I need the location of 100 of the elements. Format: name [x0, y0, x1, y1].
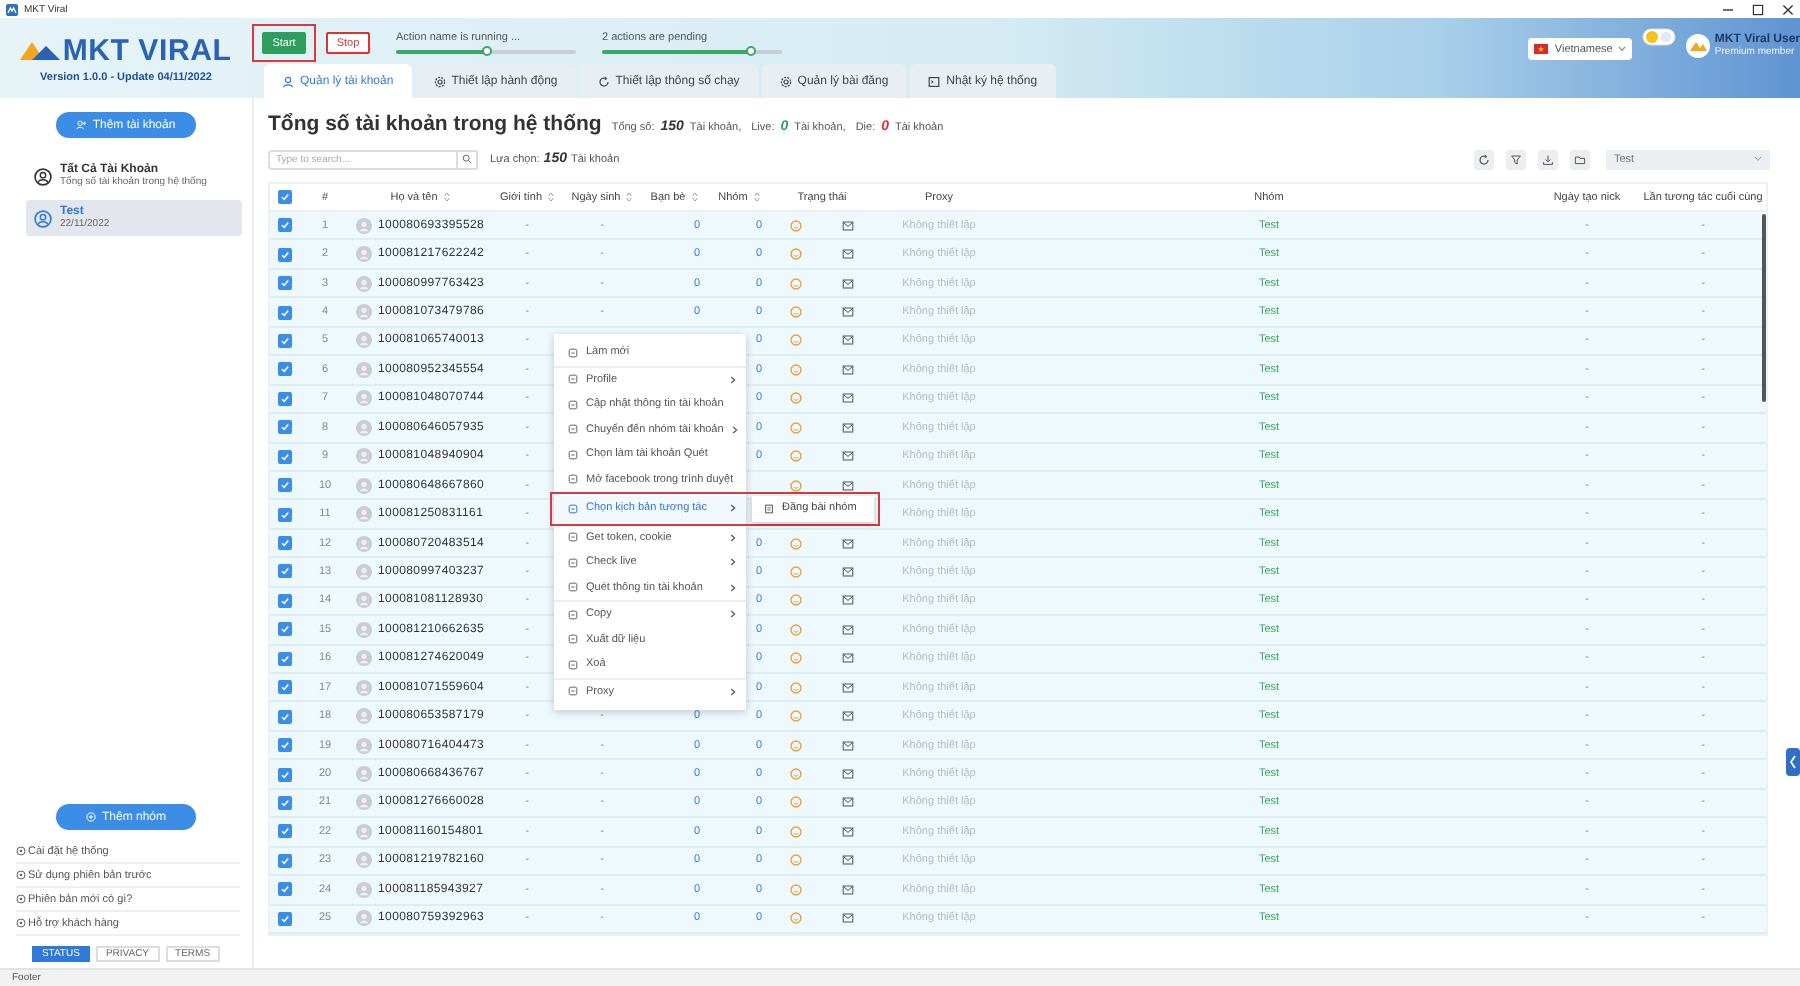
checkbox[interactable] [278, 767, 292, 782]
check-icon [280, 682, 290, 693]
status-face-icon [790, 219, 802, 232]
check-icon [280, 249, 290, 260]
caret-icon [1618, 46, 1627, 52]
mail-icon [842, 623, 854, 636]
status-face-icon [790, 883, 802, 896]
mail-icon [842, 421, 854, 434]
check-icon [280, 509, 290, 520]
checkbox[interactable] [278, 333, 292, 348]
avatar-icon [356, 737, 372, 754]
checkbox[interactable] [278, 420, 292, 435]
check-icon [280, 769, 290, 780]
checkbox[interactable] [278, 882, 292, 897]
status-face-icon [790, 450, 802, 463]
status-face-icon [790, 537, 802, 550]
check-icon [280, 451, 290, 462]
avatar-icon [356, 506, 372, 523]
checkbox[interactable] [278, 564, 292, 579]
sort-icon[interactable] [626, 192, 633, 202]
chevron-right-icon [730, 583, 736, 592]
chevron-right-icon [730, 504, 736, 513]
mail-icon [842, 825, 854, 838]
status-face-icon [790, 565, 802, 578]
checkbox[interactable] [278, 593, 292, 608]
check-icon [280, 653, 290, 664]
user-add-icon [76, 120, 87, 130]
download-icon[interactable] [1542, 153, 1554, 165]
check-icon [280, 595, 290, 606]
user-circle-icon [34, 209, 52, 227]
checkbox[interactable] [278, 305, 292, 320]
check-icon [280, 711, 290, 722]
checkbox[interactable] [278, 824, 292, 839]
minimize-icon[interactable] [1722, 3, 1734, 15]
check-icon [280, 192, 290, 202]
checkbox[interactable] [278, 276, 292, 291]
check-icon [280, 826, 290, 837]
maximize-icon[interactable] [1752, 3, 1764, 15]
avatar-icon [356, 535, 372, 552]
sort-icon[interactable] [753, 192, 760, 202]
checkbox[interactable] [278, 680, 292, 695]
status-face-icon [790, 277, 802, 290]
avatar-icon [356, 881, 372, 898]
sort-icon[interactable] [691, 192, 698, 202]
page-title: Tổng số tài khoản trong hệ thống [268, 112, 602, 136]
checkbox[interactable] [278, 651, 292, 666]
chevron-right-icon [730, 610, 736, 619]
theme-toggle-icon[interactable] [1642, 28, 1677, 46]
checkbox[interactable] [278, 507, 292, 522]
avatar-icon [356, 246, 372, 263]
status-face-icon [790, 652, 802, 665]
folder-icon[interactable] [1574, 153, 1586, 165]
sort-icon[interactable] [443, 192, 450, 202]
status-face-icon [790, 710, 802, 723]
check-icon [280, 913, 290, 924]
avatar-icon [356, 275, 372, 292]
status-face-icon [790, 739, 802, 752]
checkbox[interactable] [278, 795, 292, 810]
checkbox[interactable] [278, 478, 292, 493]
checkbox[interactable] [278, 622, 292, 637]
checkbox[interactable] [278, 362, 292, 377]
mail-icon [842, 450, 854, 463]
checkbox[interactable] [278, 247, 292, 262]
checkbox[interactable] [278, 190, 292, 204]
avatar-icon [356, 304, 372, 321]
slider-thumb[interactable] [481, 46, 491, 56]
close-icon[interactable] [1782, 3, 1794, 15]
avatar-icon [356, 390, 372, 407]
mail-icon [842, 479, 854, 492]
search-icon[interactable] [462, 154, 472, 164]
checkbox[interactable] [278, 911, 292, 926]
mail-icon [842, 565, 854, 578]
checkbox[interactable] [278, 853, 292, 868]
check-icon [280, 538, 290, 549]
filter-icon[interactable] [1510, 153, 1522, 165]
flag-icon [1534, 44, 1549, 54]
check-icon [280, 624, 290, 635]
sort-icon[interactable] [548, 192, 555, 202]
checkbox[interactable] [278, 738, 292, 753]
chevron-right-icon [731, 425, 738, 434]
chevron-right-icon [730, 558, 736, 567]
collapse-handle-icon[interactable] [1786, 748, 1800, 776]
avatar-icon [356, 592, 372, 609]
check-icon [280, 335, 290, 346]
scrollbar-thumb[interactable] [1762, 214, 1766, 402]
status-face-icon [790, 392, 802, 405]
avatar-icon [356, 910, 372, 927]
check-icon [280, 740, 290, 751]
slider-thumb[interactable] [746, 46, 757, 56]
mail-icon [842, 392, 854, 405]
checkbox[interactable] [278, 391, 292, 406]
checkbox[interactable] [278, 536, 292, 551]
avatar-icon [356, 794, 372, 811]
avatar-icon [356, 621, 372, 638]
checkbox[interactable] [278, 709, 292, 724]
checkbox[interactable] [278, 218, 292, 233]
checkbox[interactable] [278, 449, 292, 464]
avatar-icon [356, 766, 372, 783]
mail-icon [842, 854, 854, 867]
status-face-icon [790, 594, 802, 607]
